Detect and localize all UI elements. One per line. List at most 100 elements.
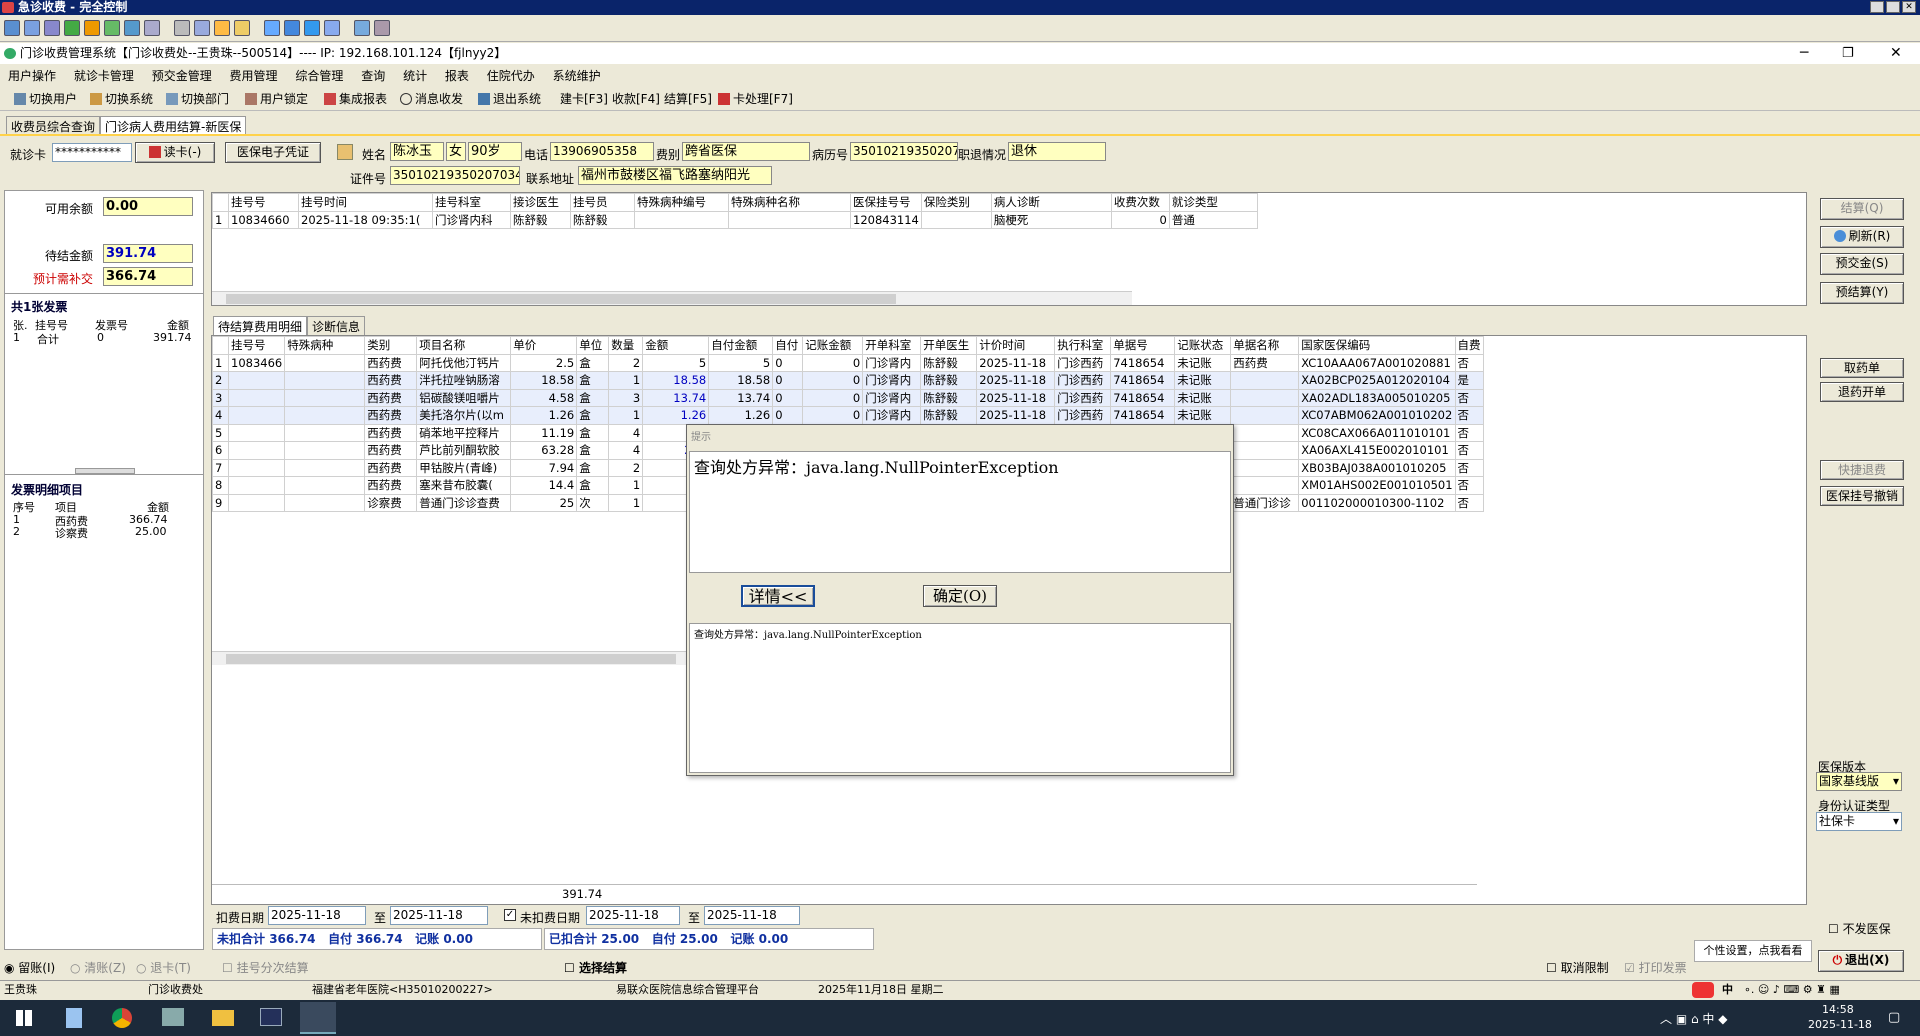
ime-logo-icon[interactable] [1692, 982, 1714, 998]
clear-radio[interactable]: ○ 清账(Z) [70, 958, 126, 978]
details-button[interactable]: 详情<< [741, 585, 815, 607]
fee-type-field[interactable]: 跨省医保 [682, 142, 810, 161]
table-row[interactable]: 1 1083466 西药费 阿托伐他汀钙片 2.5 盒 2 5 5 0 0 门诊肾内 陈舒毅 2025-1… [212, 353, 1484, 372]
column-header[interactable]: 医保挂号号 [850, 193, 922, 212]
remote-tool-icon[interactable] [324, 20, 340, 36]
table-row[interactable]: 3 西药费 铝碳酸镁咀嚼片 4.58 盒 3 13.74 13.74 0 0 门诊肾内 陈舒毅 2025… [212, 388, 1484, 407]
remote-tool-icon[interactable] [124, 20, 140, 36]
column-header[interactable]: 挂号时间 [298, 193, 433, 212]
address-field[interactable]: 福州市鼓楼区福飞路塞纳阳光 [578, 166, 772, 185]
undeduct-from-field[interactable]: 2025-11-18 [586, 906, 680, 925]
collect-button[interactable]: 收款[F4] [612, 88, 660, 111]
presettle-button[interactable]: 预结算(Y) [1820, 282, 1904, 304]
menu-user-ops[interactable]: 用户操作 [8, 65, 56, 87]
remote-tool-icon[interactable] [144, 20, 160, 36]
column-header[interactable]: 接诊医生 [510, 193, 571, 212]
undeduct-to-field[interactable]: 2025-11-18 [704, 906, 800, 925]
minimize-icon[interactable] [1870, 1, 1884, 13]
menu-report[interactable]: 报表 [445, 65, 469, 87]
restore-icon[interactable] [1886, 1, 1900, 13]
tab-cashier-query[interactable]: 收费员综合查询 [6, 116, 101, 136]
column-header[interactable]: 国家医保编码 [1298, 336, 1456, 355]
column-header[interactable]: 特殊病种名称 [728, 193, 851, 212]
notification-icon[interactable]: ▢ [1888, 1010, 1900, 1025]
remote-tool-icon[interactable] [304, 20, 320, 36]
retire-field[interactable]: 退休 [1008, 142, 1106, 161]
column-header[interactable]: 收费次数 [1110, 193, 1170, 212]
id-field[interactable]: 350102193502070343 [390, 166, 520, 185]
column-header[interactable]: 就诊类型 [1168, 193, 1258, 212]
ime-mode[interactable]: 中 [1722, 981, 1733, 999]
tab-diagnosis[interactable]: 诊断信息 [307, 316, 366, 336]
deduct-from-field[interactable]: 2025-11-18 [268, 906, 366, 925]
active-app-icon[interactable] [300, 1002, 336, 1034]
column-header[interactable]: 开单科室 [862, 336, 922, 355]
column-header[interactable]: 金额 [642, 336, 710, 355]
app-close-icon[interactable]: ✕ [1890, 43, 1902, 64]
column-header[interactable]: 单价 [510, 336, 578, 355]
menu-prepay-mgmt[interactable]: 预交金管理 [152, 65, 212, 87]
settle-toolbar-button[interactable]: 结算[F5] [664, 88, 712, 111]
column-header[interactable]: 数量 [608, 336, 644, 355]
record-field[interactable]: 350102193502070 [850, 142, 958, 161]
tab-fee-settlement[interactable]: 门诊病人费用结算-新医保 [100, 116, 247, 136]
stay-radio[interactable]: ◉ 留账(I) [4, 958, 55, 978]
column-header[interactable]: 记账金额 [802, 336, 864, 355]
column-header[interactable]: 挂号科室 [432, 193, 511, 212]
ok-button[interactable]: 确定(O) [923, 585, 997, 607]
print-invoice-checkbox[interactable]: ☑ 打印发票 [1624, 958, 1687, 978]
menu-sys-maint[interactable]: 系统维护 [553, 65, 601, 87]
prepay-button[interactable]: 预交金(S) [1820, 253, 1904, 275]
menu-stats[interactable]: 统计 [403, 65, 427, 87]
remote-tool-icon[interactable] [24, 20, 40, 36]
pencil-icon[interactable] [337, 144, 353, 160]
tray-icons[interactable]: ︿ ▣ ⌂ 中 ◆ [1660, 1010, 1727, 1027]
refund-radio[interactable]: ○ 退卡(T) [136, 958, 191, 978]
app-minimize-icon[interactable]: ─ [1800, 43, 1808, 64]
cancel-reg-button[interactable]: 医保挂号撤销 [1820, 486, 1904, 506]
remote-tool-icon[interactable] [354, 20, 370, 36]
column-header[interactable]: 挂号号 [228, 193, 299, 212]
remote-tool-icon[interactable] [104, 20, 120, 36]
sex-field[interactable]: 女 [446, 142, 466, 161]
column-header[interactable]: 挂号号 [227, 336, 286, 355]
refresh-button[interactable]: 刷新(R) [1820, 226, 1904, 248]
report-button[interactable]: 集成报表 [324, 88, 387, 111]
deduct-to-field[interactable]: 2025-11-18 [390, 906, 488, 925]
column-header[interactable]: 单据名称 [1230, 336, 1300, 355]
remote-tool-icon[interactable] [214, 20, 230, 36]
create-card-button[interactable]: 建卡[F3] [560, 88, 608, 111]
fee-hscrollbar[interactable] [212, 651, 692, 665]
remote-tool-icon[interactable] [264, 20, 280, 36]
settle-button[interactable]: 结算(Q) [1820, 198, 1904, 220]
card-process-button[interactable]: 卡处理[F7] [718, 88, 793, 111]
split-checkbox[interactable]: ☐ 挂号分次结算 [222, 958, 309, 978]
column-header[interactable]: 特殊病种编号 [634, 193, 729, 212]
remote-tool-icon[interactable] [234, 20, 250, 36]
remote-tool-icon[interactable] [4, 20, 20, 36]
column-header[interactable]: 特殊病种 [284, 336, 366, 355]
lock-user-button[interactable]: 用户锁定 [245, 88, 308, 111]
switch-user-button[interactable]: 切换用户 [14, 88, 77, 111]
table-row[interactable]: 1 10834660 2025-11-18 09:35:1( 门诊肾内科 陈舒毅… [212, 210, 1258, 229]
remote-tool-icon[interactable] [84, 20, 100, 36]
remote-tool-icon[interactable] [44, 20, 60, 36]
return-drug-button[interactable]: 退药开单 [1820, 382, 1904, 402]
phone-field[interactable]: 13906905358 [550, 142, 654, 161]
exit-system-button[interactable]: 退出系统 [478, 88, 541, 111]
column-header[interactable]: 挂号员 [570, 193, 635, 212]
column-header[interactable]: 单位 [576, 336, 610, 355]
menu-card-mgmt[interactable]: 就诊卡管理 [74, 65, 134, 87]
column-header[interactable]: 记账状态 [1174, 336, 1232, 355]
horizontal-scrollbar[interactable] [212, 291, 1132, 305]
remote-tool-icon[interactable] [194, 20, 210, 36]
scrollbar-thumb[interactable] [226, 654, 676, 664]
column-header[interactable]: 计价时间 [976, 336, 1056, 355]
tab-pending-details[interactable]: 待结算费用明细 [213, 316, 308, 336]
e-voucher-button[interactable]: 医保电子凭证 [225, 142, 321, 163]
table-row[interactable]: 2 西药费 泮托拉唑钠肠溶 18.58 盒 1 18.58 18.58 0 0 门诊肾内 陈舒毅 202… [212, 371, 1484, 390]
remote-app-icon[interactable] [162, 1008, 184, 1026]
column-header[interactable]: 自付金额 [708, 336, 774, 355]
cancel-limit-checkbox[interactable]: ☐ 取消限制 [1546, 958, 1609, 978]
menu-query[interactable]: 查询 [361, 65, 385, 87]
